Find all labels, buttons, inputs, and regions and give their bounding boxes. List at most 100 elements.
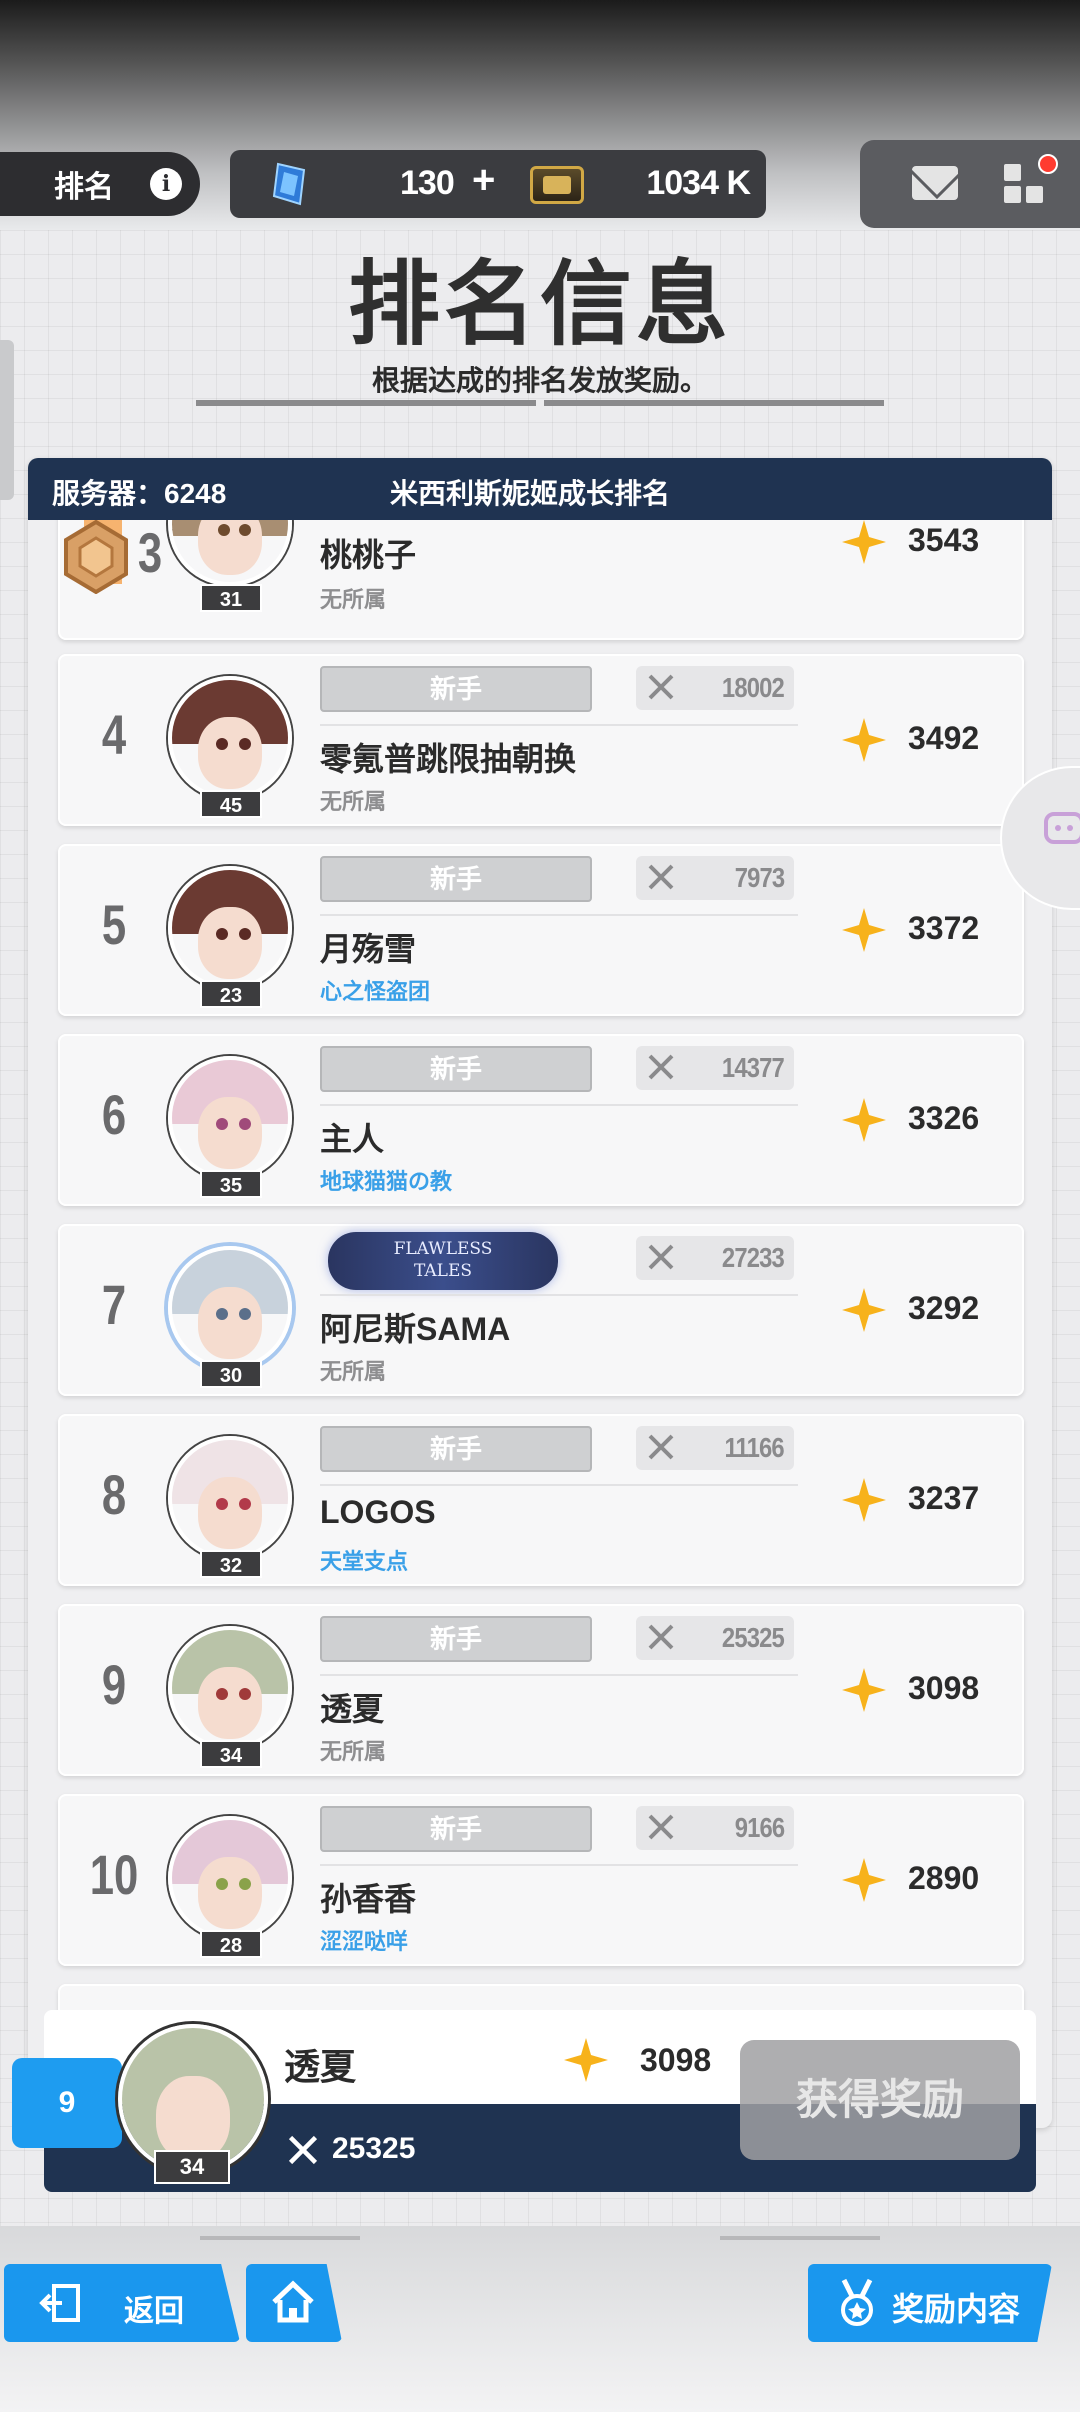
flawless-tales-badge: FLAWLESS TALES — [328, 1232, 558, 1290]
player-name: 孙香香 — [320, 1881, 417, 1917]
crossed-swords-icon — [648, 1624, 674, 1650]
avatar[interactable] — [168, 520, 292, 586]
my-combat-power: 25325 — [286, 2132, 415, 2167]
avatar[interactable] — [168, 1056, 292, 1180]
my-level-badge: 34 — [154, 2150, 230, 2184]
rank-number: 9 — [101, 1653, 127, 1716]
home-icon — [272, 2280, 314, 2323]
avatar[interactable] — [168, 1816, 292, 1940]
rewards-label: 奖励内容 — [892, 2291, 1021, 2327]
guild-name: 无所属 — [320, 1359, 387, 1384]
level-badge: 31 — [200, 584, 262, 612]
title-badge: 新手 — [320, 856, 592, 902]
chat-bot-icon — [1044, 812, 1080, 844]
bronze-medal-icon — [64, 520, 128, 594]
add-gems-button[interactable]: + — [472, 158, 495, 203]
gem-count: 130 — [400, 164, 455, 202]
rank-number: 8 — [101, 1463, 127, 1526]
star-icon — [842, 1478, 886, 1522]
ranking-row[interactable]: 8 32 新手 11166 LOGOS 天堂支点 3237 — [58, 1414, 1024, 1586]
level-badge: 45 — [200, 790, 262, 818]
guild-name[interactable]: 天堂支点 — [320, 1544, 408, 1576]
avatar[interactable] — [168, 1246, 292, 1370]
combat-power-value: 11166 — [724, 1432, 785, 1463]
star-icon — [842, 908, 886, 952]
star-icon — [842, 1668, 886, 1712]
combat-power: 9166 — [636, 1806, 794, 1850]
star-icon — [842, 1288, 886, 1332]
score: 3543 — [908, 522, 980, 558]
score: 3292 — [908, 1290, 980, 1326]
mail-icon[interactable] — [912, 166, 958, 200]
page-title: 排名信息 — [347, 251, 732, 358]
avatar[interactable] — [168, 1626, 292, 1750]
ranking-row[interactable]: 5 23 新手 7973 月殇雪 心之怪盗团 3372 — [58, 844, 1024, 1016]
back-button[interactable]: 返回 — [4, 2264, 240, 2342]
combat-power: 25325 — [636, 1616, 794, 1660]
ranking-row[interactable]: 9 34 新手 25325 透夏 无所属 3098 — [58, 1604, 1024, 1776]
level-badge: 35 — [200, 1170, 262, 1198]
title-badge: 新手 — [320, 1616, 592, 1662]
combat-power-value: 18002 — [722, 672, 785, 703]
player-name: 月殇雪 — [320, 931, 417, 967]
rank-number: 5 — [101, 893, 127, 956]
claim-reward-button[interactable]: 获得奖励 — [740, 2040, 1020, 2160]
combat-power: 18002 — [636, 666, 794, 710]
avatar[interactable] — [168, 866, 292, 990]
title-badge: 新手 — [320, 1806, 592, 1852]
info-icon[interactable]: i — [150, 168, 182, 200]
row-divider — [320, 1674, 798, 1676]
player-name: 桃桃子 — [320, 537, 417, 573]
gold-card-icon — [530, 166, 584, 204]
gold-count: 1034 K — [646, 164, 751, 202]
currency-bar: 130 + 1034 K — [230, 150, 766, 218]
ranking-list[interactable]: 3 RD 31 桃桃子 无所属 3543 4 45 新手 18002 零氪普跳限… — [28, 520, 1052, 2120]
combat-power-value: 7973 — [734, 862, 784, 893]
page-subtitle: 根据达成的排名发放奖励。 — [371, 365, 708, 396]
row-divider — [320, 914, 798, 916]
crossed-swords-icon — [648, 1814, 674, 1840]
guild-name: 无所属 — [320, 1739, 387, 1764]
avatar[interactable] — [168, 676, 292, 800]
my-rank-number: 9 — [12, 2058, 122, 2148]
crossed-swords-icon — [648, 1054, 674, 1080]
player-name: 透夏 — [320, 1691, 385, 1727]
star-icon — [842, 1098, 886, 1142]
rewards-info-button[interactable]: 奖励内容 — [808, 2264, 1052, 2342]
row-divider — [320, 1484, 798, 1486]
ranking-name: 米西利斯妮姬成长排名 — [390, 478, 671, 509]
ranking-row[interactable]: 6 35 新手 14377 主人 地球猫猫の教 3326 — [58, 1034, 1024, 1206]
ranking-row[interactable]: 10 28 新手 9166 孙香香 涩涩哒咩 2890 — [58, 1794, 1024, 1966]
guild-name[interactable]: 地球猫猫の教 — [320, 1164, 452, 1196]
level-badge: 28 — [200, 1930, 262, 1958]
my-score: 3098 — [640, 2042, 712, 2078]
combat-power-value: 27233 — [722, 1242, 785, 1273]
my-combat-power-value: 25325 — [332, 2132, 416, 2165]
ranking-row[interactable]: 4 45 新手 18002 零氪普跳限抽朝换 无所属 3492 — [58, 654, 1024, 826]
ranking-row[interactable]: 3 RD 31 桃桃子 无所属 3543 — [58, 520, 1024, 640]
guild-name[interactable]: 涩涩哒咩 — [320, 1924, 408, 1956]
my-name: 透夏 — [284, 2046, 357, 2087]
combat-power-value: 9166 — [734, 1812, 784, 1843]
menu-grid-icon[interactable] — [1004, 164, 1044, 204]
home-button[interactable] — [246, 2264, 342, 2342]
title-badge: 新手 — [320, 1046, 592, 1092]
star-icon — [842, 718, 886, 762]
player-name: 零氪普跳限抽朝换 — [320, 741, 577, 777]
score: 3372 — [908, 910, 980, 946]
avatar[interactable] — [168, 1436, 292, 1560]
crossed-swords-icon — [288, 2136, 318, 2165]
row-divider — [320, 724, 798, 726]
rank-tab[interactable]: 排名 i — [0, 152, 200, 216]
title-divider-left — [196, 400, 536, 436]
ranking-row[interactable]: 7 30 FLAWLESS TALES 27233 阿尼斯SAMA 无所属 329… — [58, 1224, 1024, 1396]
title-badge: 新手 — [320, 666, 592, 712]
player-name: LOGOS — [320, 1494, 436, 1530]
score: 3326 — [908, 1100, 980, 1136]
row-divider — [320, 1104, 798, 1106]
star-icon — [842, 520, 886, 564]
guild-name[interactable]: 心之怪盗团 — [320, 974, 430, 1006]
star-icon — [842, 1858, 886, 1902]
side-handle[interactable] — [0, 340, 14, 500]
guild-name: 无所属 — [320, 587, 387, 612]
